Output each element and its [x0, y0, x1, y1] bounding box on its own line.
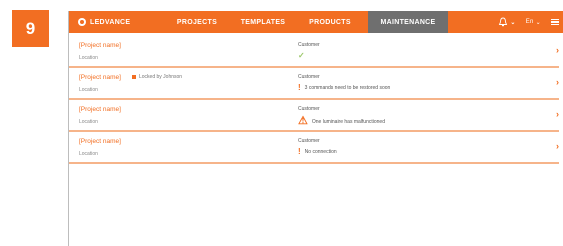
warning-icon: ⚠ [298, 115, 308, 127]
chevron-right-icon[interactable]: › [556, 77, 559, 87]
status-text: No connection [304, 149, 337, 155]
hamburger-menu-icon[interactable] [551, 18, 559, 26]
tab-products[interactable]: PRODUCTS [298, 11, 362, 33]
status-text: 3 commands need to be restored soon [304, 85, 391, 91]
project-location: Location [79, 119, 98, 125]
lock-icon [132, 75, 136, 79]
tab-projects[interactable]: PROJECTS [166, 11, 228, 33]
project-customer: Customer [298, 42, 320, 48]
project-status: ⚠ One luminaire has malfunctioned [298, 116, 385, 127]
tab-maintenance[interactable]: MAINTENANCE [368, 11, 448, 33]
brand-name: LEDVANCE [90, 18, 131, 26]
chevron-right-icon[interactable]: › [556, 45, 559, 55]
project-customer: Customer [298, 106, 320, 112]
project-name[interactable]: [Project name] [79, 42, 121, 49]
language-label: En [525, 19, 534, 25]
language-selector[interactable]: En ⌄ [526, 19, 541, 26]
chevron-down-icon: ⌄ [510, 19, 516, 26]
project-row[interactable]: [Project name] Locked by Johnson Locatio… [69, 68, 559, 100]
notifications-button[interactable]: ⌄ [498, 17, 515, 27]
project-list: [Project name] Location Customer ✓ › [Pr… [69, 36, 563, 164]
project-status: ! 3 commands need to be restored soon [298, 84, 390, 92]
project-location: Location [79, 87, 98, 93]
project-name[interactable]: [Project name] [79, 74, 121, 81]
chevron-down-icon: ⌄ [535, 19, 541, 26]
project-status: ! No connection [298, 148, 337, 156]
app-window: LEDVANCE PROJECTS TEMPLATES PRODUCTS MAI… [68, 11, 563, 246]
step-number-badge: 9 [12, 10, 49, 47]
ledvance-logo-icon [78, 18, 86, 26]
project-location: Location [79, 55, 98, 61]
exclamation-icon: ! [298, 147, 301, 156]
project-location: Location [79, 151, 98, 157]
chevron-right-icon[interactable]: › [556, 109, 559, 119]
check-icon: ✓ [298, 51, 305, 60]
exclamation-icon: ! [298, 83, 301, 92]
project-row[interactable]: [Project name] Location Customer ✓ › [69, 36, 559, 68]
brand-logo[interactable]: LEDVANCE [69, 18, 166, 26]
locked-by-label: Locked by Johnson [139, 74, 183, 80]
top-navbar: LEDVANCE PROJECTS TEMPLATES PRODUCTS MAI… [69, 11, 563, 33]
project-row[interactable]: [Project name] Location Customer ! No co… [69, 132, 559, 164]
project-name[interactable]: [Project name] [79, 138, 121, 145]
project-name[interactable]: [Project name] [79, 106, 121, 113]
lock-status: Locked by Johnson [132, 74, 182, 80]
tab-templates[interactable]: TEMPLATES [228, 11, 298, 33]
bell-icon [499, 17, 508, 27]
project-customer: Customer [298, 74, 320, 80]
project-customer: Customer [298, 138, 320, 144]
status-text: One luminaire has malfunctioned [311, 118, 385, 125]
project-status: ✓ [298, 52, 309, 60]
chevron-right-icon[interactable]: › [556, 141, 559, 151]
project-row[interactable]: [Project name] Location Customer ⚠ One l… [69, 100, 559, 132]
nav-utilities: ⌄ En ⌄ [498, 17, 563, 27]
